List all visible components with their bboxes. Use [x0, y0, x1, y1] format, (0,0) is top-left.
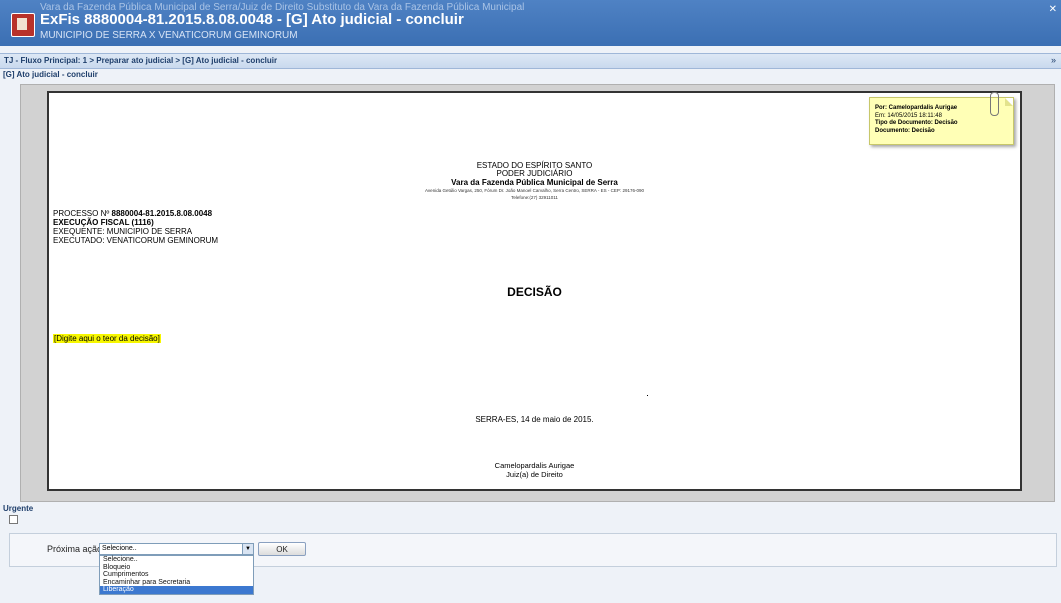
- document-app-icon: [11, 13, 35, 37]
- option-encaminhar[interactable]: Encaminhar para Secretaria: [100, 579, 253, 587]
- header-phone: Telefone:(27) 32911011: [511, 195, 558, 200]
- window-titlebar: Vara da Fazenda Pública Municipal de Ser…: [0, 0, 1061, 46]
- document-page[interactable]: Por: Camelopardalis Aurigae Em: 14/05/20…: [47, 91, 1022, 491]
- urgent-label: Urgente: [3, 504, 34, 513]
- sticky-note[interactable]: Por: Camelopardalis Aurigae Em: 14/05/20…: [869, 92, 1014, 145]
- local-date: SERRA-ES, 14 de maio de 2015.: [475, 415, 594, 424]
- expand-arrow-icon[interactable]: »: [1051, 55, 1056, 65]
- option-selecione[interactable]: Selecione..: [100, 556, 253, 564]
- note-document: Documento: Decisão: [875, 127, 935, 134]
- execucao-type: EXECUÇÃO FISCAL (1116): [53, 218, 154, 227]
- header-court: Vara da Fazenda Pública Municipal de Ser…: [451, 178, 618, 187]
- ok-button[interactable]: OK: [258, 542, 306, 556]
- exequente: EXEQUENTE: MUNICIPIO DE SERRA: [53, 227, 193, 236]
- next-action-selected: Selecione..: [102, 545, 137, 552]
- paperclip-icon: [990, 92, 999, 116]
- executado: EXECUTADO: VENATICORUM GEMINORUM: [53, 236, 219, 245]
- option-cumprimentos[interactable]: Cumprimentos: [100, 571, 253, 579]
- processo-number: 8880004-81.2015.8.08.0048: [111, 209, 213, 218]
- header-judiciary: PODER JUDICIÁRIO: [496, 169, 573, 178]
- option-bloqueio[interactable]: Bloqueio: [100, 564, 253, 572]
- close-icon[interactable]: ✕: [1049, 4, 1057, 15]
- chevron-down-icon[interactable]: ▼: [242, 544, 253, 554]
- breadcrumb[interactable]: TJ - Fluxo Principal: 1 > Preparar ato j…: [4, 56, 277, 65]
- signer-name: Camelopardalis Aurigae: [494, 461, 575, 470]
- note-fold-icon: [1005, 98, 1013, 106]
- decision-placeholder[interactable]: [Digite aqui o teor da decisão]: [53, 334, 161, 343]
- document-editor[interactable]: Por: Camelopardalis Aurigae Em: 14/05/20…: [20, 84, 1055, 502]
- stray-dot: [647, 395, 648, 396]
- processo-label: PROCESSO Nº: [53, 209, 110, 218]
- note-doc-type: Tipo de Documento: Decisão: [875, 120, 958, 126]
- breadcrumb-bar: TJ - Fluxo Principal: 1 > Preparar ato j…: [0, 53, 1061, 69]
- window-subtitle: MUNICIPIO DE SERRA X VENATICORUM GEMINOR…: [40, 30, 298, 41]
- next-action-label: Próxima ação:: [47, 544, 105, 554]
- header-address: Avenida Getúlio Vargas, 250, Fórum Dr. J…: [425, 188, 644, 193]
- urgent-checkbox[interactable]: [9, 515, 18, 524]
- task-label: [G] Ato judicial - concluir: [3, 70, 98, 79]
- window-title: ExFis 8880004-81.2015.8.08.0048 - [G] At…: [40, 11, 464, 28]
- signer-role: Juiz(a) de Direito: [506, 470, 563, 479]
- case-info: PROCESSO Nº 8880004-81.2015.8.08.0048 EX…: [53, 209, 218, 245]
- document-heading: DECISÃO: [507, 285, 562, 299]
- next-action-select[interactable]: Selecione.. ▼: [99, 543, 254, 555]
- next-action-dropdown[interactable]: Selecione.. Bloqueio Cumprimentos Encami…: [99, 555, 254, 595]
- option-liberacao[interactable]: Liberação: [100, 586, 253, 594]
